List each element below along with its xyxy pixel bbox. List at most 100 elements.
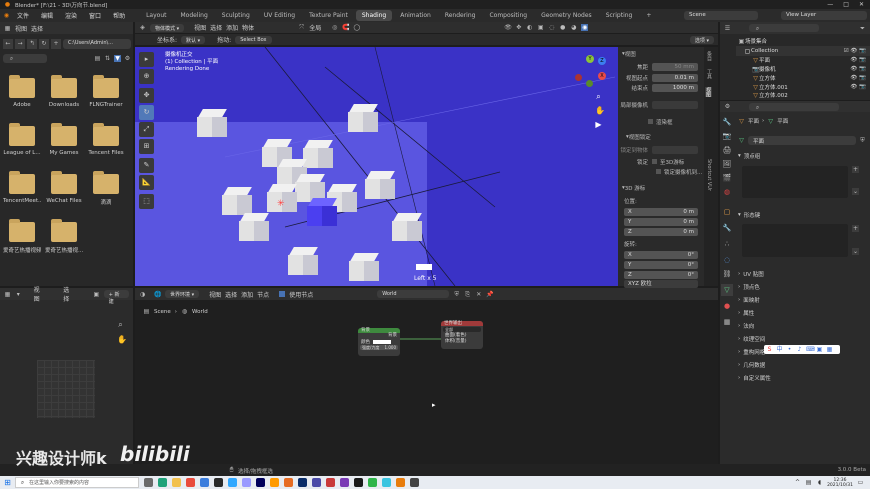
coordinate-dropdown[interactable]: 默认 ▾ (181, 35, 206, 44)
focal-field[interactable]: 50 mm (652, 62, 698, 71)
cube-object[interactable] (197, 109, 227, 139)
gizmo-y-axis[interactable]: Y (586, 55, 594, 63)
section-attributes[interactable]: › 属性 (738, 307, 866, 319)
folder-item[interactable]: Adobe (3, 75, 41, 108)
taskbar-search[interactable]: ⌕ 在这里输入你要搜索的内容 (15, 477, 139, 488)
menu-view[interactable]: 视图 (15, 24, 27, 33)
editor-type-icon[interactable]: ◑ (139, 291, 146, 298)
drag-dropdown[interactable]: Select Box (235, 35, 272, 44)
object-mode-dropdown[interactable]: 物体模式 ▾ (150, 23, 185, 32)
menu-render[interactable]: 渲染 (60, 11, 82, 20)
lock-cursor-checkbox[interactable] (652, 159, 657, 164)
vertex-groups-list[interactable] (742, 166, 848, 198)
viewport-visibility-icon[interactable]: 👁 (504, 24, 512, 31)
visibility-icons[interactable]: 👁 📷 (850, 84, 870, 90)
modifier-tab-icon[interactable]: 🔧 (721, 222, 733, 234)
local-camera-field[interactable] (652, 100, 698, 109)
section-uv-maps[interactable]: › UV 贴图 (738, 268, 866, 280)
menu-select[interactable]: 选择 (225, 290, 237, 299)
data-tab-icon[interactable]: ▽ (721, 284, 733, 296)
outliner-item[interactable]: ▽ 立方体.002 (736, 91, 870, 100)
tab-scripting[interactable]: Scripting (600, 10, 639, 21)
tab-rendering[interactable]: Rendering (439, 10, 482, 21)
object-tab-icon[interactable]: ▢ (721, 206, 733, 218)
new-folder-icon[interactable]: + (51, 38, 61, 49)
app-icon[interactable] (228, 478, 237, 487)
filter-icon[interactable]: ⏷ (859, 25, 866, 32)
visibility-icons[interactable]: ☑ 👁 📷 (844, 48, 870, 54)
vertex-group-menu-icon[interactable]: ⌄ (852, 188, 859, 195)
particles-tab-icon[interactable]: ∴ (721, 238, 733, 250)
tab-sculpting[interactable]: Sculpting (216, 10, 256, 21)
tab-view[interactable]: 视图 (705, 87, 712, 97)
overlay-toggle-icon[interactable]: ◐ (526, 24, 533, 31)
tab-geometry-nodes[interactable]: Geometry Nodes (535, 10, 598, 21)
editor-type-icon[interactable]: ◈ (139, 24, 146, 31)
display-mode-icon[interactable]: ▤ (94, 55, 101, 62)
options-dropdown[interactable]: 选项 ▾ (689, 35, 714, 44)
menu-edit[interactable]: 编辑 (36, 11, 58, 20)
visibility-icons[interactable]: 👁 📷 (850, 57, 870, 63)
navigation-gizmo[interactable]: Y Z X (572, 55, 606, 89)
editor-type-icon[interactable]: ☰ (724, 25, 731, 32)
gizmo-neg-x[interactable] (575, 74, 582, 81)
filter-icon[interactable]: ▼ (114, 54, 121, 62)
path-field[interactable]: C:\Users\Admin\... (63, 38, 131, 49)
cursor-loc-z-field[interactable]: Z 0 m (624, 227, 698, 236)
transform-tool[interactable]: ⊞ (139, 139, 154, 154)
minimize-button[interactable]: — (827, 1, 833, 8)
render-tab-icon[interactable]: 📷 (721, 130, 733, 142)
camera-view-icon[interactable]: ▶ (595, 121, 602, 129)
tab-animation[interactable]: Animation (394, 10, 437, 21)
windows-start-icon[interactable]: ⊞ (4, 479, 11, 487)
cursor-rot-z-field[interactable]: Z 0° (624, 270, 698, 279)
menu-add[interactable]: 添加 (226, 23, 238, 32)
folder-item[interactable]: WeChat Files (45, 171, 83, 204)
maximize-button[interactable]: □ (843, 1, 849, 8)
notification-icon[interactable]: ▭ (857, 479, 864, 486)
world-shield-icon[interactable]: ⛨ (453, 291, 460, 298)
menu-view[interactable]: 视图 (209, 290, 221, 299)
section-shape-keys[interactable]: ▾ 形态键 (738, 209, 866, 221)
menu-file[interactable]: 文件 (12, 11, 34, 20)
cube-object[interactable] (392, 213, 422, 243)
constraints-tab-icon[interactable]: ⛓ (721, 268, 733, 280)
properties-search[interactable]: ⌕ (749, 102, 839, 111)
output-tab-icon[interactable]: 🖨 (721, 144, 733, 156)
menu-view[interactable]: 视图 (34, 285, 46, 303)
gizmo-toggle-icon[interactable]: ✥ (515, 24, 522, 31)
world-datablock[interactable]: World (377, 290, 450, 298)
zoom-icon[interactable]: ⌕ (595, 93, 602, 101)
outliner-search[interactable]: ⌕ (749, 24, 819, 32)
cube-object[interactable] (349, 253, 379, 283)
zoom-icon[interactable]: ⌕ (117, 321, 124, 329)
lock-object-field[interactable] (652, 145, 698, 154)
scene-selector[interactable]: Scene (684, 11, 758, 20)
pin-icon[interactable]: 📌 (486, 291, 493, 298)
view-mode-icon[interactable]: ▾ (15, 291, 22, 298)
app-icon[interactable] (382, 478, 391, 487)
new-image-button[interactable]: + 新建 (103, 290, 130, 305)
visibility-icons[interactable]: 👁 📷 (850, 66, 870, 72)
section-view-lock-header[interactable]: ▾ 视图锁定 (618, 132, 704, 141)
chrome-icon[interactable] (186, 478, 195, 487)
menu-view[interactable]: 视图 (194, 23, 206, 32)
section-normals[interactable]: › 法向 (738, 320, 866, 332)
pivot-icon[interactable]: ◎ (331, 24, 338, 31)
menu-object[interactable]: 物体 (242, 23, 254, 32)
menu-select[interactable]: 选择 (210, 23, 222, 32)
transform-orientation-icon[interactable]: ⤧ (298, 24, 305, 31)
xray-icon[interactable]: ▣ (537, 24, 544, 31)
target-dropdown[interactable]: 全部 (443, 327, 481, 332)
orientation-dropdown[interactable]: 全局 (309, 23, 321, 32)
rotation-mode-dropdown[interactable]: XYZ 欧拉 (624, 279, 698, 288)
folder-item[interactable]: FLNGTrainer (87, 75, 125, 108)
edge-icon[interactable] (158, 478, 167, 487)
folder-item[interactable]: TencentMeet... (3, 171, 41, 204)
close-button[interactable]: ✕ (859, 1, 864, 8)
tab-modeling[interactable]: Modeling (174, 10, 213, 21)
forward-arrow-icon[interactable]: → (15, 38, 25, 49)
cube-object[interactable] (303, 140, 333, 170)
network-icon[interactable]: ▤ (805, 479, 812, 486)
tray-chevron-icon[interactable]: ^ (794, 479, 801, 486)
